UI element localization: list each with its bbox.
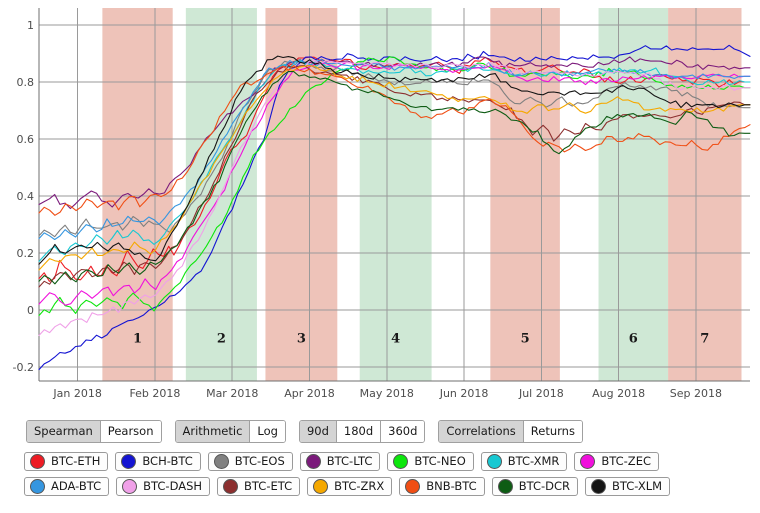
button-spearman[interactable]: Spearman <box>27 421 101 442</box>
legend-item-btc-dash[interactable]: BTC-DASH <box>116 477 211 496</box>
legend-color-dot-icon <box>486 454 502 469</box>
button-arithmetic[interactable]: Arithmetic <box>175 421 251 442</box>
legend-item-label: BTC-ZEC <box>601 454 651 468</box>
legend-item-label: BTC-ETC <box>244 479 293 493</box>
legend-item-label: BTC-DASH <box>143 479 203 493</box>
legend-item-btc-ltc[interactable]: BTC-LTC <box>299 452 381 471</box>
x-axis-tick-label: Apr 2018 <box>284 387 335 400</box>
y-axis-tick-label: -0.2 <box>13 361 34 374</box>
chart-area: 1 2 3 4 5 6 7 -0.2 0 0.2 0.4 0.6 0.8 1 Jan 2018 Feb 201… <box>0 0 760 400</box>
x-axis-tick-label: Jan 2018 <box>52 387 101 400</box>
correlation-chart-page: 1 2 3 4 5 6 7 -0.2 0 0.2 0.4 0.6 0.8 1 Jan 2018 Feb 201… <box>0 0 760 513</box>
x-axis-tick-label: Jul 2018 <box>518 387 564 400</box>
legend-color-dot-icon <box>122 479 138 494</box>
x-axis-tick-label: Jun 2018 <box>439 387 489 400</box>
button-returns[interactable]: Returns <box>523 421 582 442</box>
legend-color-dot-icon <box>313 479 329 494</box>
legend-color-dot-icon <box>213 454 229 469</box>
legend-item-btc-zec[interactable]: BTC-ZEC <box>574 452 659 471</box>
shaded-band-7 <box>668 8 742 381</box>
y-axis-tick-label: 0.4 <box>17 190 35 203</box>
button-90d[interactable]: 90d <box>299 421 337 442</box>
band-label-4: 4 <box>391 332 400 347</box>
legend-item-label: BTC-XLM <box>612 479 663 493</box>
y-axis-tick-label: 0.2 <box>17 247 35 260</box>
x-axis-tick-label: May 2018 <box>360 387 414 400</box>
chart-toolbar: Spearman Pearson Arithmetic Log 90d 180d 360d C… <box>26 420 583 443</box>
legend-item-btc-etc[interactable]: BTC-ETC <box>217 477 301 496</box>
legend-color-dot-icon <box>121 454 137 469</box>
y-axis-tick-label: 1 <box>27 19 34 32</box>
legend-item-btc-dcr[interactable]: BTC-DCR <box>491 477 578 496</box>
legend-item-label: ADA-BTC <box>51 479 102 493</box>
y-axis-tick-label: 0.6 <box>17 133 35 146</box>
legend-color-dot-icon <box>30 454 45 469</box>
button-log[interactable]: Log <box>250 421 285 442</box>
legend-item-label: BNB-BTC <box>426 479 477 493</box>
shaded-band-1 <box>102 8 173 381</box>
button-correlations[interactable]: Correlations <box>439 421 524 442</box>
band-label-7: 7 <box>700 332 709 347</box>
legend-item-label: BCH-BTC <box>142 454 193 468</box>
x-axis-tick-label: Feb 2018 <box>129 387 180 400</box>
button-360d[interactable]: 360d <box>381 421 425 442</box>
legend-item-btc-xlm[interactable]: BTC-XLM <box>585 477 671 496</box>
legend-item-bnb-btc[interactable]: BNB-BTC <box>399 477 485 496</box>
button-group-scale: Arithmetic Log <box>174 420 286 443</box>
x-axis-tick-label: Sep 2018 <box>670 387 722 400</box>
legend-item-bch-btc[interactable]: BCH-BTC <box>115 452 201 471</box>
button-group-correlation-method: Spearman Pearson <box>26 420 162 443</box>
legend-item-label: BTC-EOS <box>234 454 285 468</box>
band-label-6: 6 <box>629 332 638 347</box>
legend-item-label: BTC-XMR <box>507 454 560 468</box>
legend-item-label: BTC-LTC <box>326 454 373 468</box>
y-axis-tick-label: 0 <box>27 304 34 317</box>
legend-color-dot-icon <box>393 454 409 469</box>
legend-item-label: BTC-DCR <box>518 479 570 493</box>
x-axis-tick-label: Aug 2018 <box>592 387 645 400</box>
x-axis-tick-label: Mar 2018 <box>206 387 258 400</box>
legend-color-dot-icon <box>580 454 596 469</box>
y-axis-tick-label: 0.8 <box>17 76 35 89</box>
legend-color-dot-icon <box>223 479 239 494</box>
legend-item-label: BTC-ZRX <box>334 479 385 493</box>
band-label-3: 3 <box>297 332 306 347</box>
legend-item-btc-xmr[interactable]: BTC-XMR <box>480 452 568 471</box>
legend-color-dot-icon <box>405 479 421 494</box>
legend-color-dot-icon <box>591 479 606 494</box>
legend-color-dot-icon <box>497 479 513 494</box>
button-group-window: 90d 180d 360d <box>298 420 426 443</box>
legend-item-ada-btc[interactable]: ADA-BTC <box>24 477 110 496</box>
band-label-5: 5 <box>521 332 530 347</box>
band-label-1: 1 <box>133 332 142 347</box>
legend-item-btc-eos[interactable]: BTC-EOS <box>207 452 293 471</box>
series-legend: BTC-ETH BCH-BTC BTC-EOS BTC-LTC BTC-NEO BTC-X… <box>24 452 740 496</box>
legend-item-label: BTC-ETH <box>51 454 101 468</box>
legend-item-btc-eth[interactable]: BTC-ETH <box>24 452 109 471</box>
legend-color-dot-icon <box>305 454 321 469</box>
legend-color-dot-icon <box>30 479 45 494</box>
legend-item-btc-zrx[interactable]: BTC-ZRX <box>307 477 393 496</box>
correlation-line-chart: 1 2 3 4 5 6 7 -0.2 0 0.2 0.4 0.6 0.8 1 Jan 2018 Feb 201… <box>13 8 751 400</box>
button-group-view: Correlations Returns <box>438 420 583 443</box>
legend-item-label: BTC-NEO <box>414 454 466 468</box>
legend-item-btc-neo[interactable]: BTC-NEO <box>387 452 474 471</box>
button-180d[interactable]: 180d <box>336 421 382 442</box>
button-pearson[interactable]: Pearson <box>100 421 161 442</box>
band-label-2: 2 <box>217 332 226 347</box>
